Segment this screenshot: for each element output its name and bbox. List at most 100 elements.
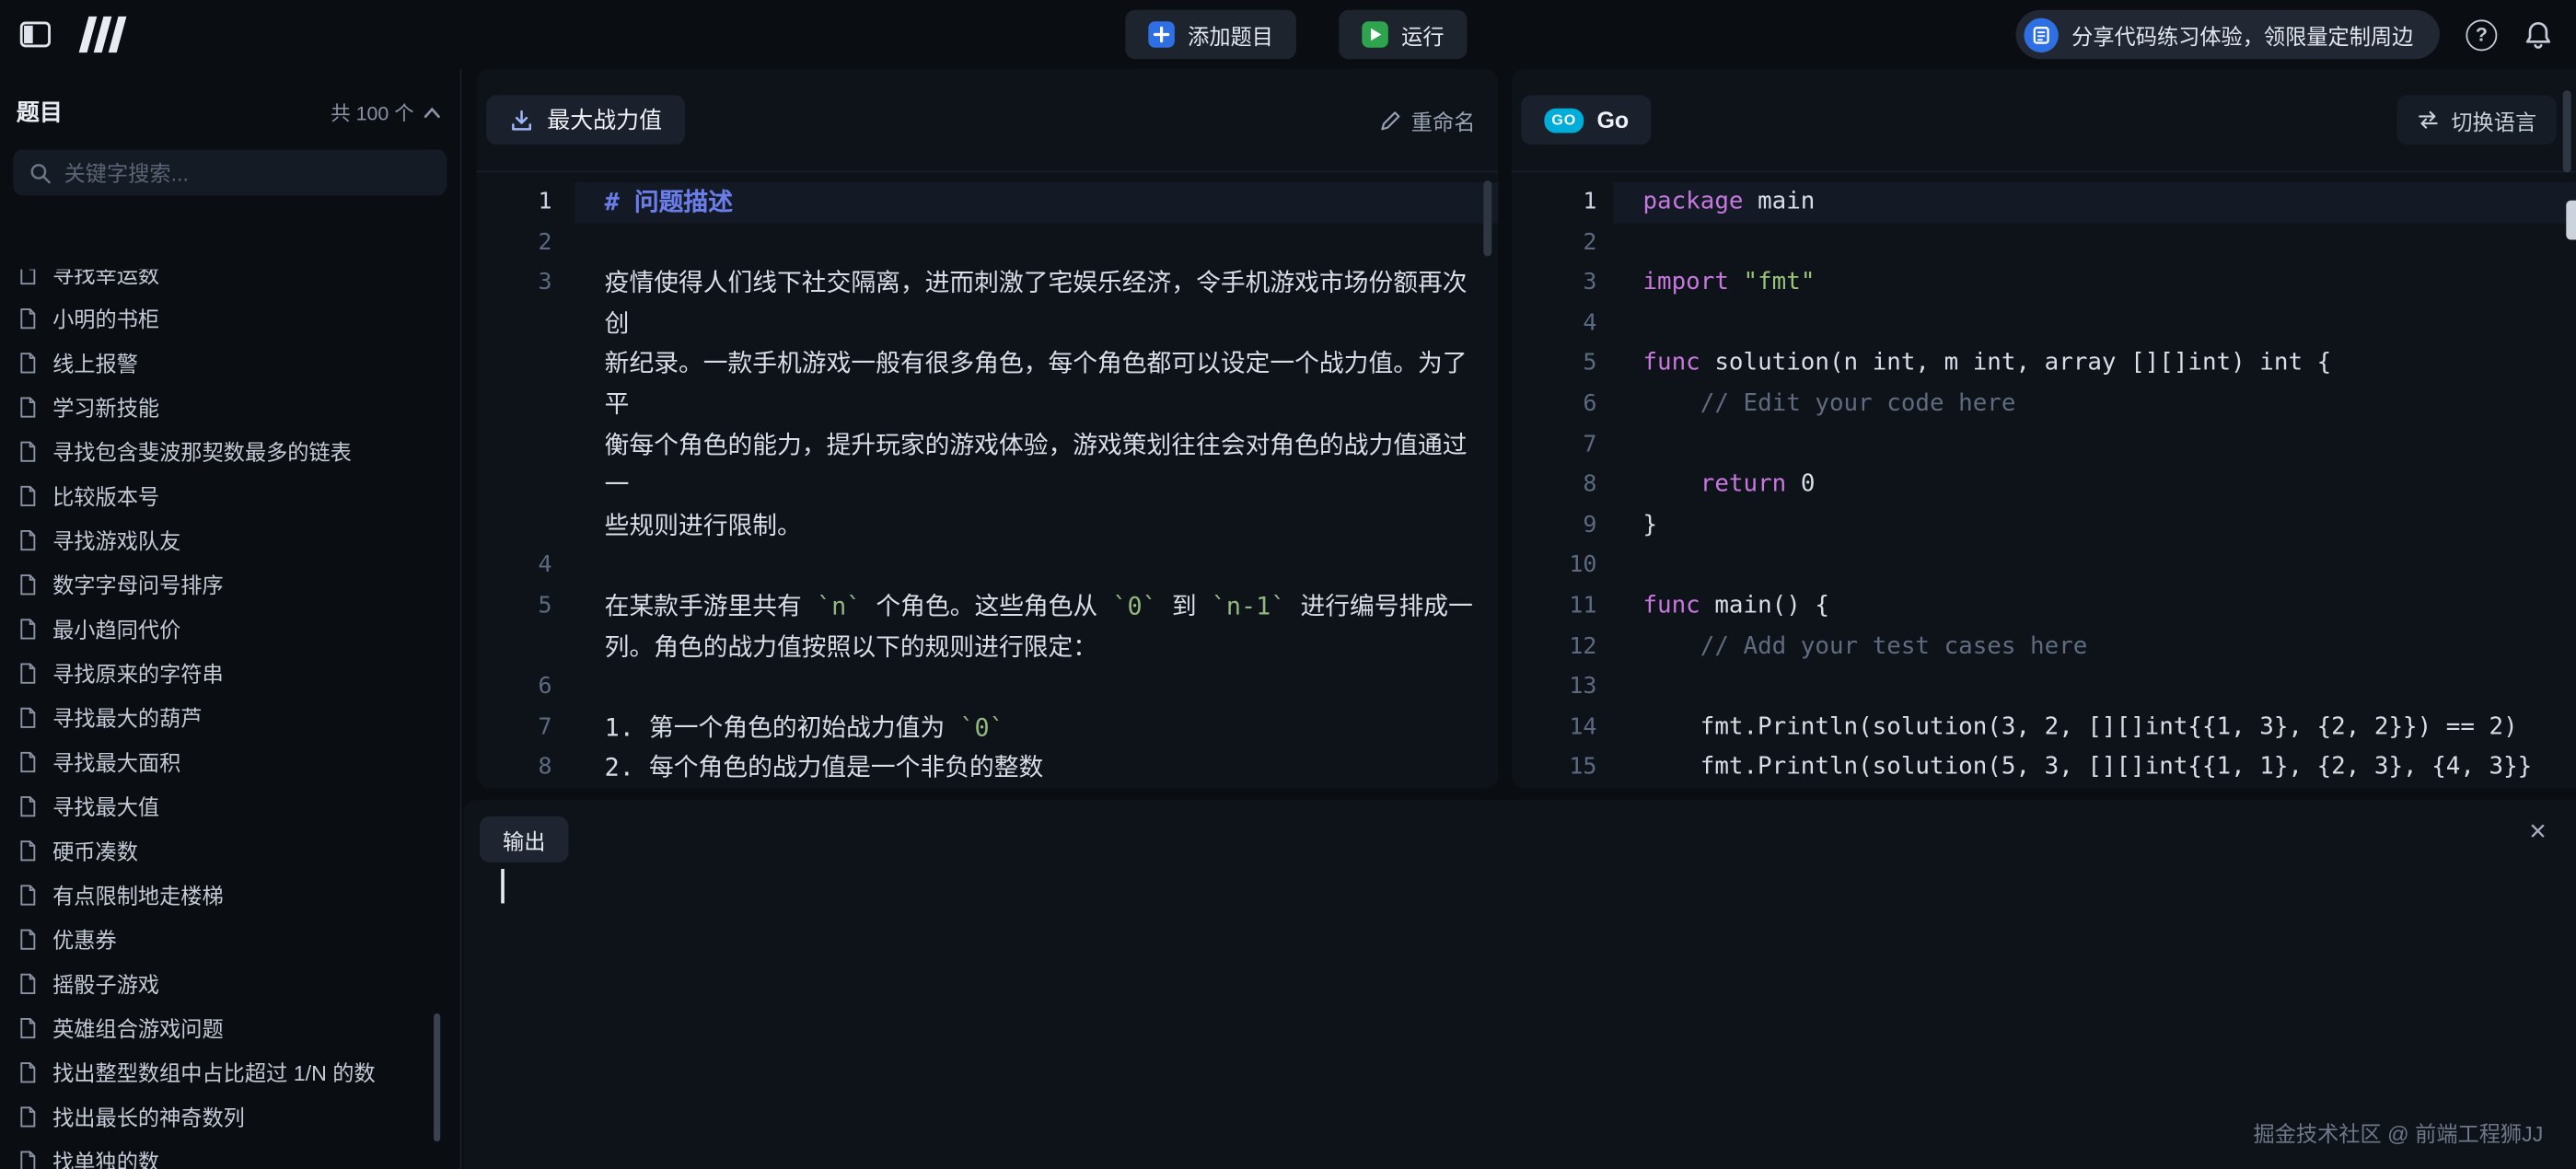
line-content — [1613, 304, 2576, 344]
language-button[interactable]: GO Go — [1521, 95, 1652, 145]
sidebar-item[interactable]: 找出最长的神奇数列 — [0, 1094, 460, 1138]
sidebar-item-label: 最小趋同代价 — [52, 613, 180, 644]
problem-editor[interactable]: 1# 问题描述23疫情使得人们线下社交隔离，进而刺激了宅娱乐经济，令手机游戏市场… — [476, 172, 1498, 788]
switch-language-button[interactable]: 切换语言 — [2396, 95, 2556, 145]
sidebar-item[interactable]: 硬币凑数 — [0, 828, 460, 872]
sidebar-item-label: 找出整型数组中占比超过 1/N 的数 — [52, 1056, 376, 1087]
editor-line: 6 // Edit your code here — [1512, 385, 2576, 425]
problem-editor-scrollbar[interactable] — [1483, 180, 1491, 256]
sidebar-scrollbar[interactable] — [434, 1013, 440, 1141]
line-content: # 问题描述 — [575, 182, 1499, 223]
sidebar-item-label: 寻找最大面积 — [52, 746, 180, 777]
juejin-logo[interactable] — [75, 15, 132, 54]
document-icon — [17, 661, 40, 684]
share-banner[interactable]: 分享代码练习体验，领限量定制周边 — [2015, 10, 2439, 60]
switch-language-label: 切换语言 — [2451, 104, 2536, 135]
search-box[interactable] — [13, 149, 447, 195]
editor-line: 4 — [476, 546, 1498, 586]
line-content: 2. 每个角色的战力值是一个非负的整数 — [575, 747, 1499, 788]
sidebar-item[interactable]: 找单独的数 — [0, 1139, 460, 1169]
sidebar-item[interactable]: 寻找原来的字符串 — [0, 651, 460, 695]
document-icon — [17, 307, 40, 330]
swap-arrows-icon — [2417, 110, 2440, 130]
sidebar-item[interactable]: 寻找最大面积 — [0, 739, 460, 783]
problem-title: 最大战力值 — [547, 103, 662, 136]
rename-label: 重命名 — [1411, 105, 1476, 136]
sidebar-item[interactable]: 寻找最大值 — [0, 783, 460, 828]
line-content: import "fmt" — [1613, 263, 2576, 304]
sidebar-item-label: 寻找包含斐波那契数最多的链表 — [52, 435, 352, 467]
watermark: 掘金技术社区 @ 前端工程狮JJ — [2253, 1117, 2543, 1148]
code-panel: GO Go 切换语言 1package main23import "fmt"45… — [1512, 69, 2576, 789]
line-number — [476, 627, 574, 667]
help-icon[interactable]: ? — [2466, 19, 2497, 51]
sidebar-item[interactable]: 比较版本号 — [0, 473, 460, 517]
editor-line: 4 — [1512, 304, 2576, 344]
line-number: 3 — [476, 263, 574, 344]
editor-line: 71. 第一个角色的初始战力值为 `0` — [476, 708, 1498, 748]
sidebar-item[interactable]: 线上报警 — [0, 340, 460, 384]
sidebar-item[interactable]: 寻找包含斐波那契数最多的链表 — [0, 429, 460, 473]
line-number: 1 — [1512, 182, 1614, 223]
app: 添加题目 运行 分享代码练习体验，领限量定制周边 ? — [0, 0, 2576, 1169]
document-icon — [17, 395, 40, 418]
output-tab[interactable]: 输出 — [480, 816, 568, 862]
line-content: // Add your test cases here — [1613, 627, 2576, 667]
sidebar-item[interactable]: 优惠券 — [0, 917, 460, 961]
line-content: } — [1613, 505, 2576, 546]
editor-line: 2 — [1512, 223, 2576, 263]
editor-line: 14 fmt.Println(solution(3, 2, [][]int{{1… — [1512, 708, 2576, 748]
line-content — [575, 546, 1499, 586]
code-editor[interactable]: 1package main23import "fmt"45func soluti… — [1512, 172, 2576, 788]
line-content — [1613, 424, 2576, 465]
line-content — [1613, 223, 2576, 263]
line-content — [1613, 546, 2576, 586]
editor-line: 9} — [1512, 505, 2576, 546]
add-question-label: 添加题目 — [1188, 19, 1273, 51]
line-number: 9 — [1512, 505, 1614, 546]
chevron-up-icon[interactable] — [424, 106, 440, 117]
sidebar-item[interactable]: 寻找最大的葫芦 — [0, 695, 460, 739]
sidebar-item[interactable]: 寻找幸运数 — [0, 270, 460, 296]
line-number: 15 — [1512, 747, 1614, 788]
line-number — [476, 424, 574, 505]
collapse-sidebar-button[interactable] — [13, 13, 55, 55]
code-editor-scrollbar[interactable] — [2563, 90, 2571, 172]
bell-icon[interactable] — [2524, 19, 2553, 51]
run-label: 运行 — [1401, 19, 1444, 51]
sidebar-item[interactable]: 学习新技能 — [0, 385, 460, 429]
editor-line: 10 — [1512, 546, 2576, 586]
output-panel[interactable]: 输出 × 掘金技术社区 @ 前端工程狮JJ — [463, 800, 2576, 1169]
sidebar-item-label: 寻找原来的字符串 — [52, 657, 224, 689]
line-content: return 0 — [1613, 465, 2576, 505]
sidebar-item[interactable]: 英雄组合游戏问题 — [0, 1005, 460, 1049]
document-icon — [17, 1016, 40, 1039]
run-button[interactable]: 运行 — [1339, 10, 1467, 60]
sidebar-item[interactable]: 最小趋同代价 — [0, 606, 460, 650]
sidebar-item[interactable]: 找出整型数组中占比超过 1/N 的数 — [0, 1049, 460, 1094]
sidebar-item-label: 找单独的数 — [52, 1145, 159, 1169]
sidebar-item[interactable]: 小明的书柜 — [0, 295, 460, 340]
rename-button[interactable]: 重命名 — [1380, 105, 1476, 136]
line-number: 8 — [476, 747, 574, 788]
text-caret — [501, 869, 505, 903]
document-icon — [17, 927, 40, 950]
sidebar-item[interactable]: 数字字母问号排序 — [0, 561, 460, 606]
problem-title-button[interactable]: 最大战力值 — [486, 95, 685, 145]
line-content: // Edit your code here — [1613, 385, 2576, 425]
close-icon[interactable]: × — [2529, 816, 2547, 846]
add-question-button[interactable]: 添加题目 — [1125, 10, 1296, 60]
search-input[interactable] — [64, 160, 431, 185]
sidebar-item-label: 小明的书柜 — [52, 302, 159, 333]
document-icon — [17, 1149, 40, 1169]
line-number: 11 — [1512, 586, 1614, 627]
line-content: 新纪录。一款手机游戏一般有很多角色，每个角色都可以设定一个战力值。为了平 — [575, 344, 1499, 425]
sidebar-item-label: 比较版本号 — [52, 480, 159, 511]
line-number: 7 — [1512, 424, 1614, 465]
sidebar-item[interactable]: 摇骰子游戏 — [0, 961, 460, 1005]
editor-line: 15 fmt.Println(solution(5, 3, [][]int{{1… — [1512, 747, 2576, 788]
line-number: 4 — [476, 546, 574, 586]
sidebar-item[interactable]: 有点限制地走楼梯 — [0, 873, 460, 917]
sidebar-item[interactable]: 寻找游戏队友 — [0, 517, 460, 561]
floating-widget-clipped[interactable] — [2566, 201, 2576, 240]
